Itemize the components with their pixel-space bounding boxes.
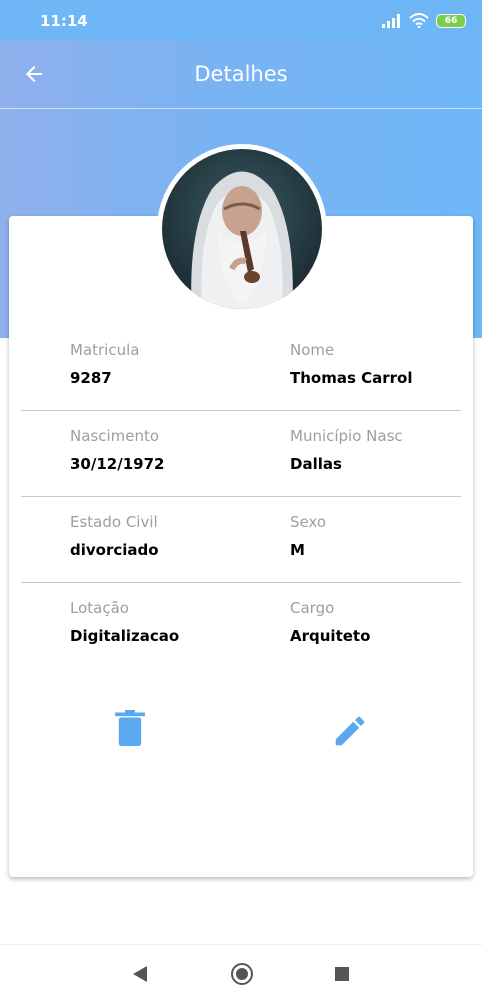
field-matricula: Matricula 9287: [70, 340, 270, 388]
signal-icon: [382, 13, 400, 28]
details-row: Lotação Digitalizacao Cargo Arquiteto: [9, 598, 473, 684]
details-card: Matricula 9287 Nome Thomas Carrol Nascim…: [9, 216, 473, 877]
field-value: 30/12/1972: [70, 455, 165, 473]
field-nome: Nome Thomas Carrol: [290, 340, 482, 388]
status-time: 11:14: [40, 12, 88, 30]
field-label: Nome: [290, 341, 335, 359]
field-value: Dallas: [290, 455, 342, 473]
battery-icon: 66: [436, 13, 466, 28]
field-lotacao: Lotação Digitalizacao: [70, 598, 270, 646]
field-label: Lotação: [70, 599, 129, 617]
field-value: M: [290, 541, 305, 559]
field-label: Sexo: [290, 513, 327, 531]
field-label: Estado Civil: [70, 513, 158, 531]
divider: [21, 582, 461, 583]
status-bar: 11:14 66: [0, 0, 482, 40]
field-municipio-nasc: Município Nasc Dallas: [290, 426, 482, 474]
field-value: divorciado: [70, 541, 159, 559]
field-label: Município Nasc: [290, 427, 403, 445]
app-bar: Detalhes: [0, 40, 482, 109]
system-navigation-bar: [0, 944, 482, 1003]
field-label: Matricula: [70, 341, 140, 359]
field-value: 9287: [70, 369, 112, 387]
pencil-icon[interactable]: [331, 712, 369, 750]
avatar: [157, 144, 327, 314]
recents-square-icon[interactable]: [334, 966, 350, 982]
field-label: Cargo: [290, 599, 335, 617]
trash-icon[interactable]: [115, 710, 145, 746]
details-row: Nascimento 30/12/1972 Município Nasc Dal…: [9, 426, 473, 512]
profile-photo: [162, 149, 322, 309]
field-value: Digitalizacao: [70, 627, 180, 645]
back-triangle-icon[interactable]: [132, 965, 148, 983]
home-circle-icon[interactable]: [230, 962, 254, 986]
page-title: Detalhes: [194, 62, 288, 86]
wifi-icon: [409, 13, 429, 28]
field-value: Thomas Carrol: [290, 369, 413, 387]
status-icons: 66: [382, 13, 466, 28]
field-nascimento: Nascimento 30/12/1972: [70, 426, 270, 474]
divider: [21, 496, 461, 497]
field-sexo: Sexo M: [290, 512, 482, 560]
field-label: Nascimento: [70, 427, 160, 445]
details-row: Estado Civil divorciado Sexo M: [9, 512, 473, 598]
details-row: Matricula 9287 Nome Thomas Carrol: [9, 340, 473, 426]
field-estado-civil: Estado Civil divorciado: [70, 512, 270, 560]
field-cargo: Cargo Arquiteto: [290, 598, 482, 646]
field-value: Arquiteto: [290, 627, 371, 645]
divider: [21, 410, 461, 411]
